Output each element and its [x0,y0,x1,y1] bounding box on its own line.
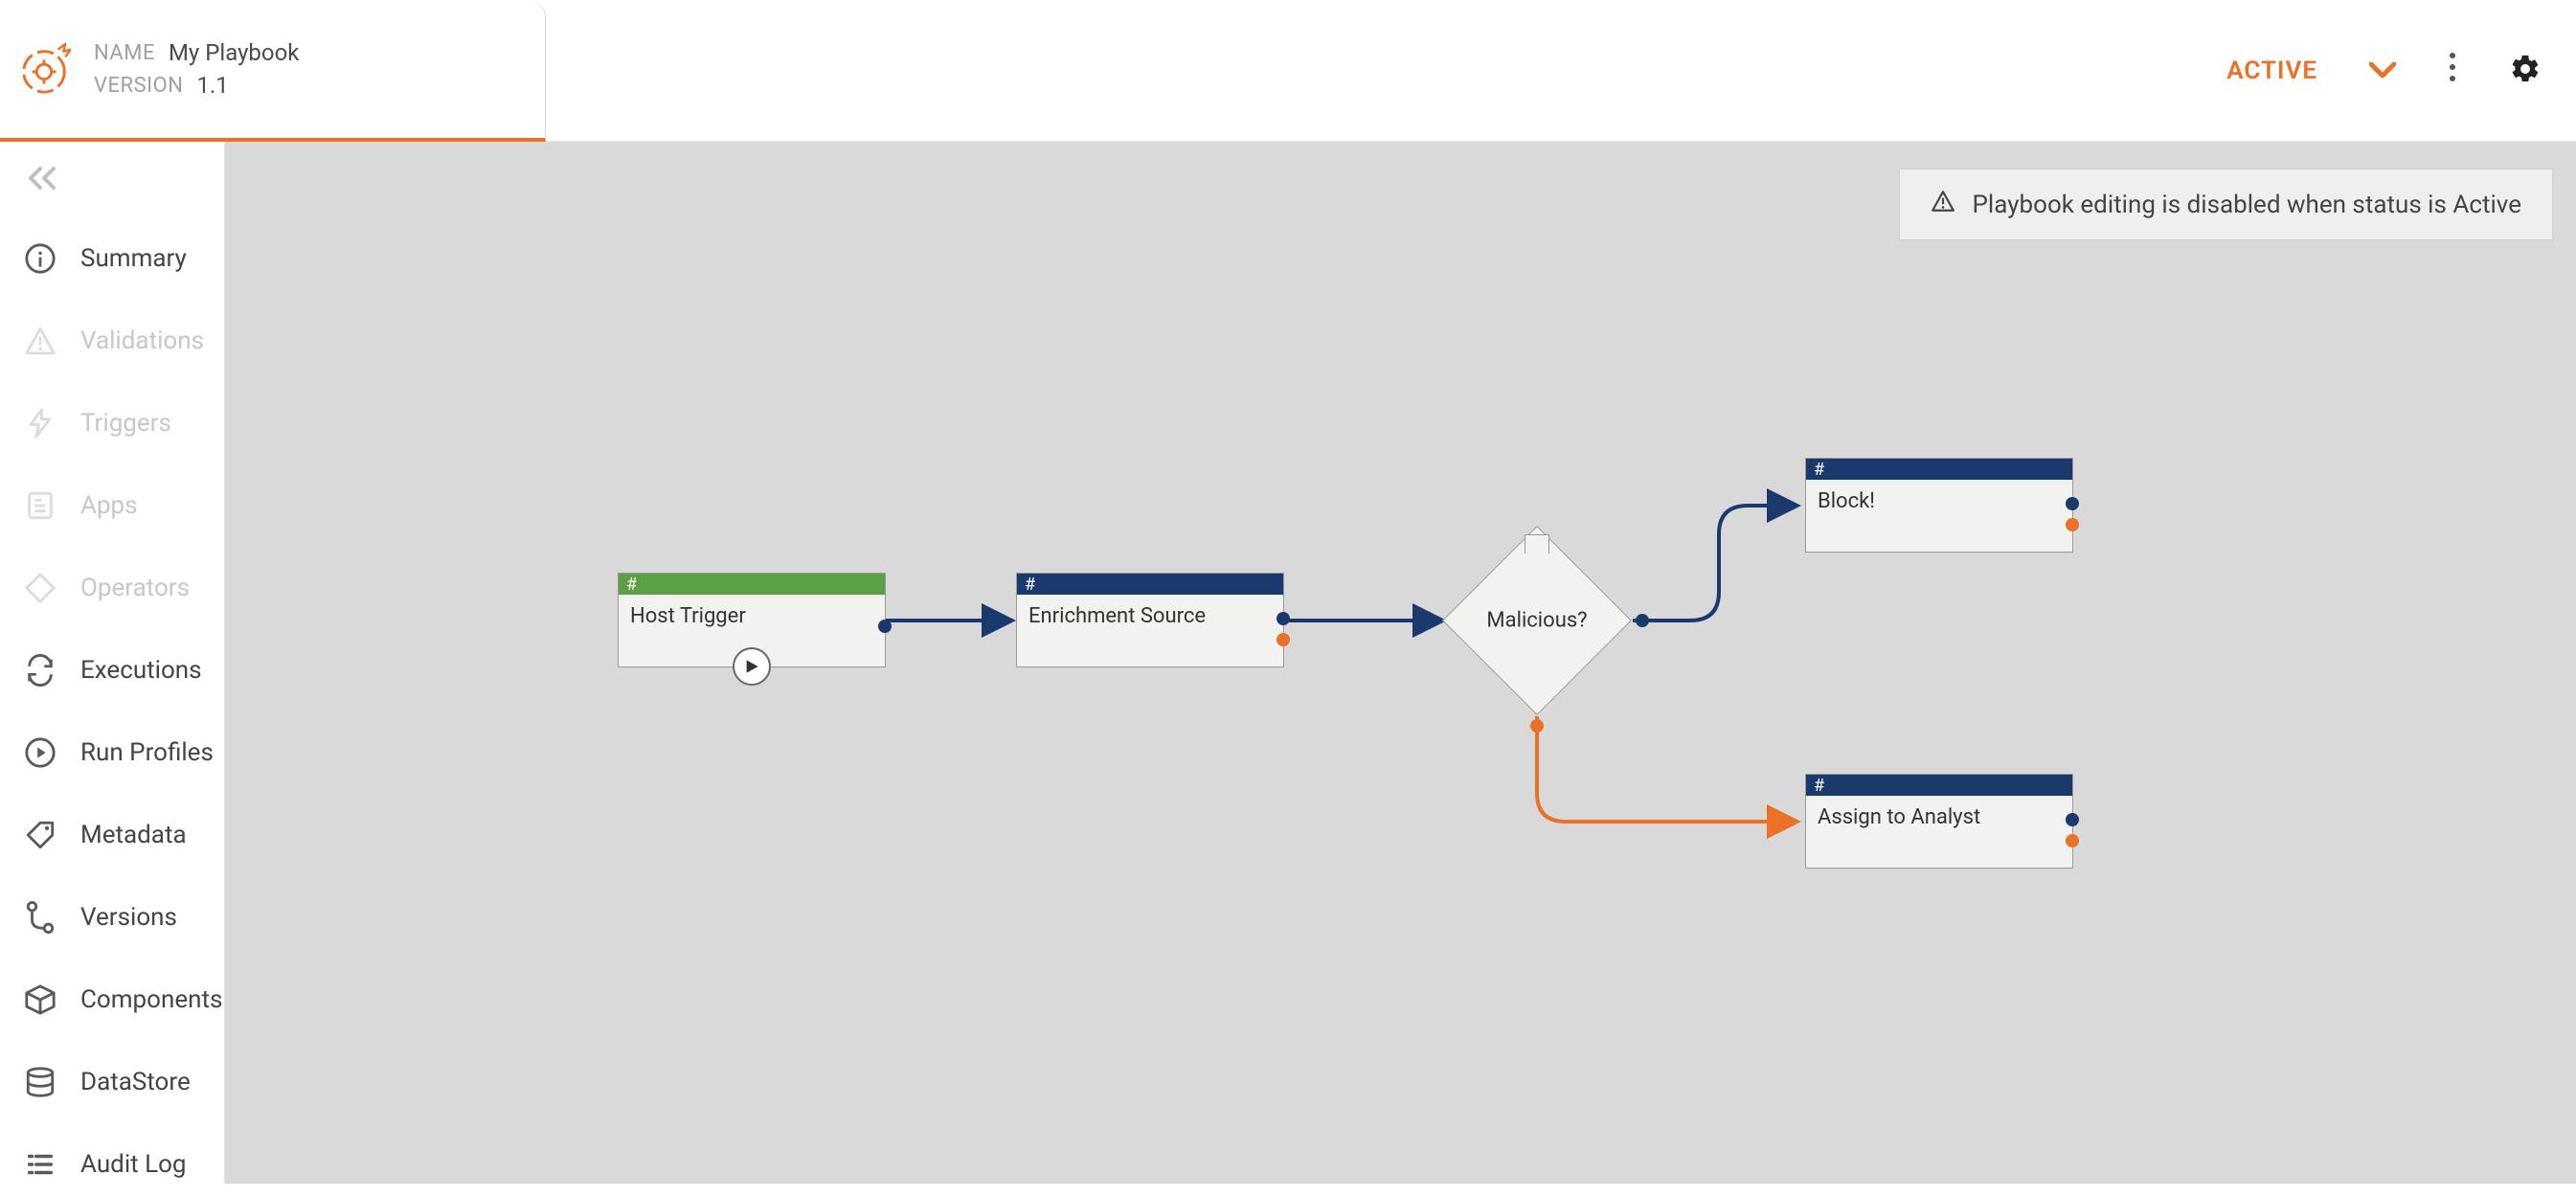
node-decision-malicious[interactable]: Malicious? [1470,553,1604,688]
sidebar-item-label: Metadata [80,821,187,849]
playbook-icon [17,42,71,96]
output-port-success[interactable] [1277,612,1290,625]
document-icon [21,486,59,525]
node-header: # [619,574,885,595]
sidebar-item-runprofiles[interactable]: Run Profiles [0,720,224,785]
tag-icon [21,816,59,854]
output-port-success[interactable] [2066,813,2079,826]
node-header: # [1017,574,1283,595]
kebab-menu-icon[interactable] [2448,52,2457,90]
collapse-sidebar-icon[interactable] [0,165,224,199]
node-assign-analyst[interactable]: # Assign to Analyst [1805,774,2073,869]
output-port[interactable] [878,620,892,633]
sidebar-item-auditlog[interactable]: Audit Log [0,1132,224,1197]
node-host-trigger[interactable]: # Host Trigger [618,573,886,667]
cube-icon [21,981,59,1019]
workflow-canvas[interactable]: Playbook editing is disabled when status… [225,142,2576,1184]
output-port-true[interactable] [1636,614,1649,627]
node-header: # [1806,775,2072,796]
sidebar-item-label: Executions [80,656,202,685]
output-port-fail[interactable] [1277,633,1290,646]
lightning-icon [21,404,59,442]
sidebar-item-triggers[interactable]: Triggers [0,391,224,456]
chevron-down-icon[interactable] [2369,55,2396,86]
play-circle-icon [21,734,59,772]
branch-icon [21,898,59,937]
sidebar-item-label: Versions [80,903,177,932]
node-title: Block! [1806,480,2072,552]
decision-label: Malicious? [1486,609,1587,633]
output-port-false[interactable] [1530,719,1544,733]
sidebar-item-executions[interactable]: Executions [0,638,224,703]
list-icon [21,1145,59,1184]
editing-disabled-banner: Playbook editing is disabled when status… [1899,169,2553,240]
sidebar-item-label: Triggers [80,409,171,438]
sidebar-item-components[interactable]: Components [0,967,224,1032]
sidebar-item-apps[interactable]: Apps [0,473,224,538]
sidebar-item-summary[interactable]: Summary [0,226,224,291]
warning-icon [1931,189,1955,220]
header-actions: ACTIVE [2226,0,2542,141]
name-label: NAME [94,41,155,65]
playbook-title-tab: NAME My Playbook VERSION 1.1 [0,0,546,142]
sidebar-item-versions[interactable]: Versions [0,885,224,950]
diamond-icon [21,569,59,607]
warning-triangle-icon [21,322,59,360]
output-port-fail[interactable] [2066,834,2079,847]
info-icon [21,239,59,278]
node-enrichment-source[interactable]: # Enrichment Source [1016,573,1284,667]
node-header: # [1806,459,2072,480]
sidebar-item-operators[interactable]: Operators [0,555,224,621]
status-badge: ACTIVE [2226,56,2317,85]
node-title: Assign to Analyst [1806,796,2072,868]
version-value: 1.1 [196,72,228,99]
node-title: Enrichment Source [1017,595,1283,666]
sidebar-item-label: Validations [80,327,204,355]
sidebar-item-datastore[interactable]: DataStore [0,1050,224,1115]
sidebar-item-label: Summary [80,244,187,273]
node-block[interactable]: # Block! [1805,458,2073,553]
output-port-success[interactable] [2066,497,2079,510]
output-port-fail[interactable] [2066,518,2079,531]
sidebar-item-label: Apps [80,491,138,520]
sidebar-item-metadata[interactable]: Metadata [0,802,224,868]
database-icon [21,1063,59,1101]
name-value: My Playbook [169,39,300,66]
doc-tab-icon [1525,534,1549,553]
sidebar-item-label: DataStore [80,1068,191,1096]
playbook-meta: NAME My Playbook VERSION 1.1 [94,39,299,99]
header: NAME My Playbook VERSION 1.1 ACTIVE [0,0,2576,142]
sidebar-item-label: Components [80,985,222,1014]
sidebar-item-label: Audit Log [80,1150,187,1179]
gear-icon[interactable] [2509,53,2542,89]
cycle-arrows-icon [21,651,59,689]
sidebar-item-validations[interactable]: Validations [0,308,224,373]
sidebar-item-label: Operators [80,574,190,602]
version-label: VERSION [94,74,183,98]
sidebar: Summary Validations Triggers Apps Operat [0,142,225,1184]
run-button[interactable] [733,647,771,686]
banner-text: Playbook editing is disabled when status… [1973,191,2521,219]
sidebar-item-label: Run Profiles [80,738,214,767]
